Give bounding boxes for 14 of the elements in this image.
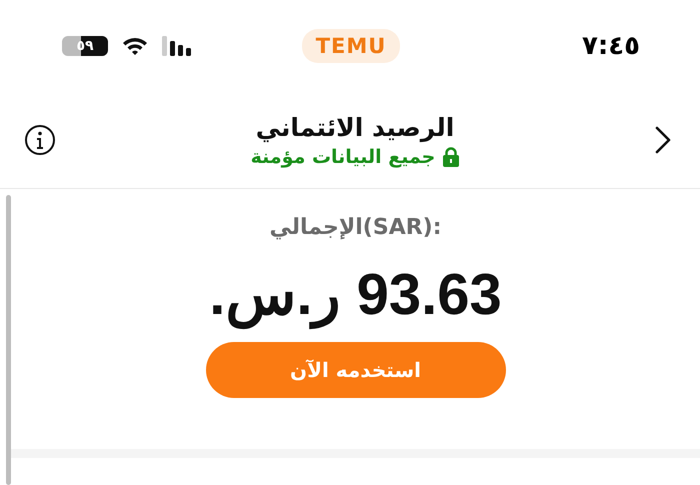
security-note: جميع البيانات مؤمنة — [250, 146, 436, 168]
lock-icon — [443, 146, 460, 166]
info-icon — [24, 124, 56, 156]
chevron-icon — [654, 125, 672, 155]
status-time: ٧:٤٥ — [580, 31, 640, 61]
info-button[interactable] — [24, 124, 56, 156]
wifi-icon — [122, 36, 148, 56]
use-now-button[interactable]: استخدمه الآن — [206, 342, 506, 398]
page-title: الرصيد الائتماني — [256, 112, 454, 142]
app-badge: TEMU — [302, 29, 400, 63]
signal-icon — [162, 36, 192, 56]
balance-amount: 93.63 ر.س. — [209, 260, 502, 328]
total-label: الإجمالي(SAR): — [269, 215, 442, 240]
back-button[interactable] — [654, 125, 672, 155]
